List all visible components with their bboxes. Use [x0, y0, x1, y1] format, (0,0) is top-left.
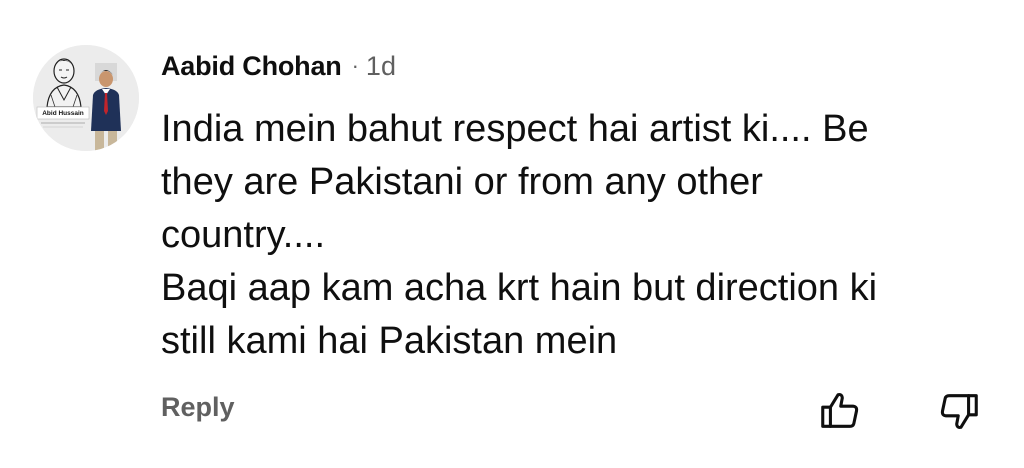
thumbs-down-icon: [940, 394, 978, 429]
comment-text-line: still kami hai Pakistan mein: [161, 320, 618, 362]
svg-text:Abid Hussain: Abid Hussain: [42, 110, 84, 117]
comment-text-line: country....: [161, 214, 326, 256]
comment-text-line: India mein bahut respect hai artist ki..…: [161, 108, 869, 150]
avatar-image: Abid Hussain: [33, 45, 139, 151]
comment-item: Abid Hussain Aabid Chohan · 1d India mei…: [0, 0, 1024, 468]
dislike-button[interactable]: [936, 388, 982, 434]
comment-header: Aabid Chohan · 1d: [161, 46, 396, 86]
like-button[interactable]: [817, 388, 863, 434]
timestamp: 1d: [365, 50, 396, 81]
comment-text-line: Baqi aap kam acha krt hain but direction…: [161, 267, 878, 309]
comment-text: India mein bahut respect hai artist ki..…: [161, 103, 1001, 368]
avatar[interactable]: Abid Hussain: [33, 45, 139, 151]
author-name[interactable]: Aabid Chohan: [161, 51, 342, 82]
thumbs-up-icon: [821, 393, 859, 428]
comment-text-line: they are Pakistani or from any other: [161, 161, 763, 203]
separator-dot: ·: [351, 53, 359, 78]
reply-button[interactable]: Reply: [161, 392, 235, 423]
